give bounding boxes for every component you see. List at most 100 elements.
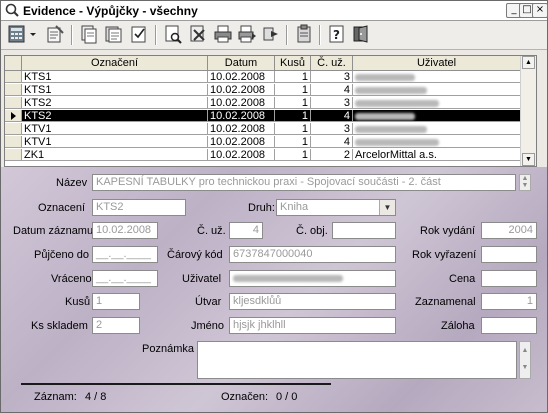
- cell-datum[interactable]: 10.02.2008: [208, 149, 275, 161]
- scroll-up-icon[interactable]: ▲: [522, 56, 535, 69]
- cell-datum[interactable]: 10.02.2008: [208, 110, 275, 122]
- cell-kusu[interactable]: 1: [275, 110, 311, 122]
- edit-form-icon[interactable]: [45, 24, 65, 44]
- cell-kusu[interactable]: 1: [275, 136, 311, 148]
- check-doc-icon[interactable]: [129, 24, 149, 44]
- column-header-c-uz[interactable]: Č. už.: [311, 56, 353, 71]
- table-row[interactable]: ZK1 10.02.2008 1 2 ArcelorMittal a.s.: [5, 149, 521, 161]
- cell-datum[interactable]: 10.02.2008: [208, 84, 275, 96]
- cell-kusu[interactable]: 1: [275, 123, 311, 135]
- cell-kusu[interactable]: 1: [275, 84, 311, 96]
- pujceno-do-field[interactable]: __.__.____: [92, 246, 158, 263]
- cell-c-uz[interactable]: 3: [311, 71, 353, 83]
- column-header-uzivatel[interactable]: Uživatel: [353, 56, 521, 71]
- cell-datum[interactable]: 10.02.2008: [208, 136, 275, 148]
- cell-uzivatel[interactable]: [353, 84, 521, 96]
- cell-c-uz[interactable]: 4: [311, 110, 353, 122]
- cell-kusu[interactable]: 1: [275, 97, 311, 109]
- cell-oznaceni[interactable]: KTS1: [22, 71, 208, 83]
- title-bar[interactable]: Evidence - Výpůjčky - všechny _ □ ×: [1, 1, 548, 21]
- table-row[interactable]: KTS1 10.02.2008 1 3: [5, 71, 521, 83]
- calculator-icon[interactable]: [7, 24, 27, 44]
- find-doc-icon[interactable]: [163, 24, 183, 44]
- row-indicator[interactable]: [5, 136, 22, 148]
- cell-c-uz[interactable]: 3: [311, 97, 353, 109]
- poznamka-scroll[interactable]: ▲ ▼: [519, 341, 531, 379]
- cell-kusu[interactable]: 1: [275, 149, 311, 161]
- close-button[interactable]: ×: [532, 3, 548, 18]
- zaloha-field[interactable]: [481, 317, 537, 334]
- cell-kusu[interactable]: 1: [275, 71, 311, 83]
- cell-oznaceni[interactable]: KTV1: [22, 136, 208, 148]
- cell-oznaceni[interactable]: KTS2: [22, 97, 208, 109]
- kusu-field[interactable]: 1: [92, 293, 140, 310]
- row-indicator[interactable]: [5, 84, 22, 96]
- table-row[interactable]: KTV1 10.02.2008 1 4: [5, 136, 521, 148]
- poznamka-field[interactable]: [197, 341, 517, 379]
- cell-datum[interactable]: 10.02.2008: [208, 123, 275, 135]
- rok-vydani-field[interactable]: 2004: [481, 222, 537, 239]
- clipboard-icon[interactable]: [294, 24, 314, 44]
- cell-uzivatel[interactable]: [353, 123, 521, 135]
- kusu-label: Kusů: [65, 296, 91, 308]
- c-obj-field[interactable]: [332, 222, 396, 239]
- poznamka-label: Poznámka: [142, 343, 194, 355]
- datum-zaznamu-field[interactable]: 10.02.2008: [92, 222, 158, 239]
- print-preview-icon[interactable]: [237, 24, 257, 44]
- records-table[interactable]: Označení Datum Kusů Č. už. Uživatel KTS1…: [4, 55, 537, 167]
- cell-uzivatel[interactable]: ArcelorMittal a.s.: [353, 149, 521, 161]
- ks-skladem-field[interactable]: 2: [92, 317, 140, 334]
- exit-icon[interactable]: [351, 24, 371, 44]
- nazev-field[interactable]: KAPESNÍ TABULKY pro technickou praxi - S…: [92, 174, 516, 191]
- table-row[interactable]: KTS2 10.02.2008 1 3: [5, 97, 521, 109]
- row-indicator[interactable]: [5, 97, 22, 109]
- scroll-down-icon[interactable]: ▼: [522, 153, 535, 166]
- cell-oznaceni[interactable]: KTV1: [22, 123, 208, 135]
- utvar-field[interactable]: kljesdklůů: [229, 293, 396, 310]
- table-row[interactable]: KTV1 10.02.2008 1 3: [5, 123, 521, 135]
- row-indicator[interactable]: [5, 110, 22, 122]
- vraceno-field[interactable]: __.__.____: [92, 270, 158, 287]
- column-header-datum[interactable]: Datum: [208, 56, 275, 71]
- forward-icon[interactable]: [261, 24, 281, 44]
- cell-uzivatel[interactable]: [353, 136, 521, 148]
- redacted-text: [355, 112, 415, 120]
- cell-uzivatel[interactable]: [353, 71, 521, 83]
- copy-doc-icon[interactable]: [79, 24, 99, 44]
- table-row[interactable]: KTS1 10.02.2008 1 4: [5, 84, 521, 96]
- row-indicator[interactable]: [5, 123, 22, 135]
- table-scrollbar[interactable]: ▲ ▼: [520, 56, 536, 166]
- print-icon[interactable]: [213, 24, 233, 44]
- cell-datum[interactable]: 10.02.2008: [208, 71, 275, 83]
- column-header-kusu[interactable]: Kusů: [275, 56, 311, 71]
- column-header-oznaceni[interactable]: Označení: [22, 56, 208, 71]
- zaznamenal-field[interactable]: 1: [481, 293, 537, 310]
- oznaceni-field[interactable]: KTS2: [92, 199, 186, 216]
- cell-c-uz[interactable]: 4: [311, 136, 353, 148]
- cell-c-uz[interactable]: 2: [311, 149, 353, 161]
- cell-oznaceni[interactable]: ZK1: [22, 149, 208, 161]
- table-row[interactable]: KTS2 10.02.2008 1 4: [5, 110, 521, 122]
- dropdown-arrow-icon[interactable]: [28, 24, 38, 44]
- cell-uzivatel[interactable]: [353, 97, 521, 109]
- cell-uzivatel[interactable]: [353, 110, 521, 122]
- cell-datum[interactable]: 10.02.2008: [208, 97, 275, 109]
- delete-doc-icon[interactable]: [188, 24, 208, 44]
- jmeno-field[interactable]: hjsjk jhklhll: [229, 317, 396, 334]
- help-icon[interactable]: ?: [327, 24, 347, 44]
- cell-c-uz[interactable]: 3: [311, 123, 353, 135]
- druh-select[interactable]: Kniha ▼: [276, 199, 396, 216]
- chevron-down-icon[interactable]: ▼: [379, 200, 395, 215]
- c-uz-field[interactable]: 4: [229, 222, 263, 239]
- cell-c-uz[interactable]: 4: [311, 84, 353, 96]
- multi-doc-icon[interactable]: [104, 24, 124, 44]
- nazev-scroll[interactable]: ▲ ▼: [519, 174, 531, 191]
- row-indicator[interactable]: [5, 149, 22, 161]
- cell-oznaceni[interactable]: KTS2: [22, 110, 208, 122]
- uzivatel-field[interactable]: [229, 270, 396, 287]
- row-indicator[interactable]: [5, 71, 22, 83]
- rok-vyrazeni-field[interactable]: [481, 246, 537, 263]
- carovy-kod-field[interactable]: 6737847000040: [229, 246, 396, 263]
- cena-field[interactable]: [481, 270, 537, 287]
- cell-oznaceni[interactable]: KTS1: [22, 84, 208, 96]
